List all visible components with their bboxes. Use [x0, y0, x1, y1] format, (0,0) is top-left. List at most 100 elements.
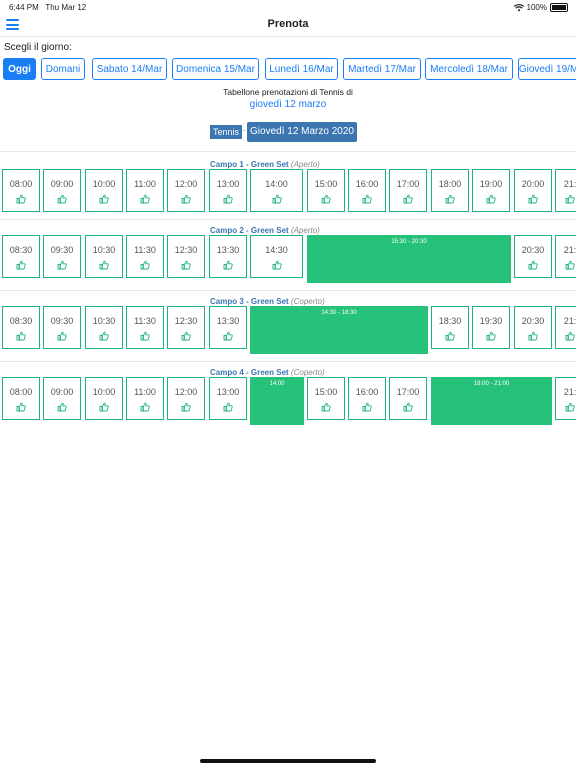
time-slot-button[interactable]: 21:: [555, 377, 576, 420]
time-slot-button[interactable]: 09:00: [43, 377, 81, 420]
time-slot-button[interactable]: 19:30: [472, 306, 510, 349]
sport-date-row: Tennis - Giovedì 12 Marzo 2020: [0, 122, 576, 142]
time-slot-button[interactable]: 16:00: [348, 377, 386, 420]
day-button[interactable]: Giovedì 19/Mar: [518, 58, 576, 80]
thumbs-up-icon: [528, 257, 538, 270]
court-title: Campo 1 - Green Set (Aperto): [210, 160, 320, 169]
time-slot-button[interactable]: 12:30: [167, 306, 205, 349]
booked-slot-label: 14:30 - 18:30: [321, 310, 357, 316]
time-slot-button[interactable]: 10:00: [85, 377, 123, 420]
time-slot-button[interactable]: 12:00: [167, 169, 205, 212]
time-slot-label: 13:30: [216, 245, 240, 255]
time-slot-button[interactable]: 14:00: [250, 169, 303, 212]
time-slot-button[interactable]: 08:00: [2, 377, 40, 420]
thumbs-up-icon: [486, 328, 496, 341]
court-title: Campo 4 - Green Set (Coperto): [210, 368, 325, 377]
time-slot-button[interactable]: 09:30: [43, 235, 81, 278]
time-slot-button[interactable]: 08:30: [2, 235, 40, 278]
thumbs-up-icon: [321, 399, 331, 412]
time-slot-button[interactable]: 15:00: [307, 377, 345, 420]
thumbs-up-icon: [140, 257, 150, 270]
thumbs-up-icon: [99, 399, 109, 412]
day-button[interactable]: Sabato 14/Mar: [92, 58, 167, 80]
time-slot-label: 11:00: [134, 387, 156, 397]
time-slot-button[interactable]: 21:: [555, 306, 576, 349]
time-slot-button[interactable]: 21:: [555, 235, 576, 278]
time-slot-button[interactable]: 19:00: [472, 169, 510, 212]
thumbs-up-icon: [16, 328, 26, 341]
thumbs-up-icon: [99, 257, 109, 270]
time-slot-button[interactable]: 21:: [555, 169, 576, 212]
time-slot-button[interactable]: 12:30: [167, 235, 205, 278]
court-title: Campo 3 - Green Set (Coperto): [210, 297, 325, 306]
court-status: (Coperto): [290, 368, 325, 377]
time-slot-button[interactable]: 13:30: [209, 306, 247, 349]
time-slot-button[interactable]: 08:30: [2, 306, 40, 349]
day-button[interactable]: Domani: [41, 58, 85, 80]
time-slot-label: 11:30: [134, 316, 156, 326]
time-slot-label: 09:00: [50, 387, 74, 397]
thumbs-up-icon: [403, 399, 413, 412]
booked-slot: 14:30 - 18:30: [250, 306, 428, 354]
court-name: Campo 4 - Green Set: [210, 368, 291, 377]
time-slot-button[interactable]: 12:00: [167, 377, 205, 420]
time-slot-label: 08:00: [9, 387, 33, 397]
thumbs-up-icon: [181, 257, 191, 270]
time-slot-button[interactable]: 09:30: [43, 306, 81, 349]
time-slot-button[interactable]: 10:30: [85, 235, 123, 278]
time-slot-button[interactable]: 17:00: [389, 169, 427, 212]
thumbs-up-icon: [528, 191, 538, 204]
time-slot-button[interactable]: 09:00: [43, 169, 81, 212]
court-name: Campo 3 - Green Set: [210, 297, 291, 306]
time-slot-button[interactable]: 11:00: [126, 377, 164, 420]
time-slot-button[interactable]: 11:30: [126, 235, 164, 278]
thumbs-up-icon: [565, 328, 575, 341]
thumbs-up-icon: [57, 191, 67, 204]
time-slot-button[interactable]: 10:30: [85, 306, 123, 349]
thumbs-up-icon: [565, 191, 575, 204]
time-slot-label: 10:00: [92, 387, 116, 397]
time-slot-button[interactable]: 14:30: [250, 235, 303, 278]
time-slot-button[interactable]: 10:00: [85, 169, 123, 212]
time-slot-label: 17:00: [396, 179, 420, 189]
time-slot-button[interactable]: 16:00: [348, 169, 386, 212]
time-slot-button[interactable]: 18:00: [431, 169, 469, 212]
day-button[interactable]: Lunedì 16/Mar: [265, 58, 338, 80]
time-slot-button[interactable]: 20:00: [514, 169, 552, 212]
time-slot-button[interactable]: 15:00: [307, 169, 345, 212]
time-slot-label: 18:00: [438, 179, 462, 189]
wifi-icon: [513, 3, 524, 11]
thumbs-up-icon: [272, 257, 282, 270]
thumbs-up-icon: [528, 328, 538, 341]
day-button[interactable]: Domenica 15/Mar: [172, 58, 259, 80]
choose-day-label: Scegli il giorno:: [4, 42, 72, 53]
day-button[interactable]: Oggi: [3, 58, 36, 80]
thumbs-up-icon: [181, 399, 191, 412]
time-slot-button[interactable]: 08:00: [2, 169, 40, 212]
court-title: Campo 2 - Green Set (Aperto): [210, 226, 320, 235]
time-slot-button[interactable]: 18:30: [431, 306, 469, 349]
thumbs-up-icon: [223, 399, 233, 412]
time-slot-label: 11:30: [134, 245, 156, 255]
thumbs-up-icon: [362, 399, 372, 412]
battery-icon: [550, 3, 568, 12]
time-slot-button[interactable]: 13:30: [209, 235, 247, 278]
day-button[interactable]: Mercoledì 18/Mar: [425, 58, 513, 80]
time-slot-button[interactable]: 17:00: [389, 377, 427, 420]
time-slot-label: 21:: [563, 387, 576, 397]
thumbs-up-icon: [223, 191, 233, 204]
time-slot-button[interactable]: 20:30: [514, 235, 552, 278]
time-slot-button[interactable]: 13:00: [209, 169, 247, 212]
time-slot-label: 12:00: [174, 179, 198, 189]
thumbs-up-icon: [16, 399, 26, 412]
day-button[interactable]: Martedì 17/Mar: [343, 58, 421, 80]
time-slot-button[interactable]: 11:30: [126, 306, 164, 349]
time-slot-button[interactable]: 11:00: [126, 169, 164, 212]
time-slot-button[interactable]: 13:00: [209, 377, 247, 420]
booked-slot: 18:00 - 21:00: [431, 377, 552, 425]
date-picker-button[interactable]: Giovedì 12 Marzo 2020: [247, 122, 357, 142]
time-slot-label: 10:30: [92, 316, 116, 326]
time-slot-button[interactable]: 20:30: [514, 306, 552, 349]
day-selector: Oggi Domani Sabato 14/Mar Domenica 15/Mar Lu…: [0, 58, 576, 82]
time-slot-label: 16:00: [355, 179, 379, 189]
